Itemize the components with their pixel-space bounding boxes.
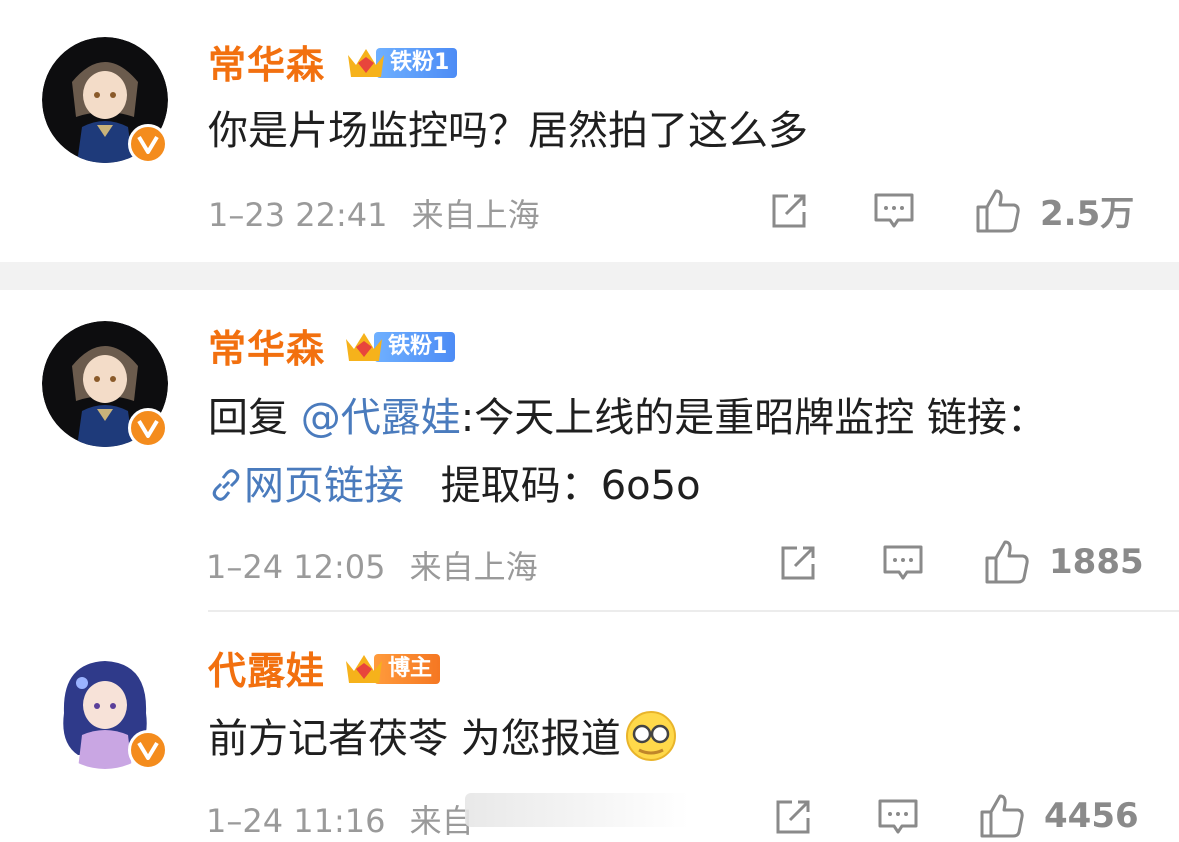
web-link-label: 网页链接 [244, 463, 404, 509]
location: 来自上海 [409, 548, 538, 586]
web-link[interactable]: 网页链接 [208, 463, 417, 509]
host-badge[interactable]: 博主 [342, 652, 441, 686]
verified-v-icon [128, 408, 168, 448]
like-icon [976, 189, 1020, 232]
like-icon [985, 540, 1029, 584]
comment-text-line-1: 回复 @代露娃:今天上线的是重昭牌监控 链接： [208, 384, 1047, 452]
crown-icon [346, 655, 382, 683]
link-icon [212, 469, 240, 501]
timestamp: 1–23 22:41 [208, 196, 388, 234]
share-icon [781, 546, 815, 580]
share-button[interactable] [768, 190, 810, 232]
share-icon [772, 194, 806, 228]
mention-link[interactable]: @代露娃 [301, 395, 461, 441]
username[interactable]: 常华森 [208, 326, 325, 372]
comment-text-line-2: 网页链接 提取码：6o5o [208, 452, 701, 520]
verified-v-icon [128, 124, 168, 164]
like-count: 4456 [1044, 796, 1139, 836]
share-button[interactable] [772, 796, 814, 838]
location: 来自上海 [411, 196, 540, 234]
fan-badge-label: 铁粉1 [376, 48, 458, 78]
fan-badge[interactable]: 铁粉1 [342, 330, 456, 364]
reply-text: :今天上线的是重昭牌监控 链接： [460, 395, 1047, 441]
share-icon [776, 800, 810, 834]
comment-text: 你是片场监控吗？居然拍了这么多 [208, 108, 808, 154]
emoji-glasses-icon [625, 711, 676, 761]
fan-badge-label: 铁粉1 [374, 332, 456, 362]
username[interactable]: 代露娃 [208, 648, 325, 694]
comment-text-body: 前方记者茯苓 为您报道 [208, 716, 621, 762]
username[interactable]: 常华森 [208, 42, 325, 88]
like-button[interactable]: 1885 [983, 538, 1144, 586]
fan-badge[interactable]: 铁粉1 [344, 46, 458, 80]
comment-icon [874, 193, 914, 228]
comment-button[interactable] [872, 190, 916, 232]
comment-text: 前方记者茯苓 为您报道 [208, 705, 677, 773]
comment-icon [883, 545, 923, 580]
timestamp: 1–24 11:16 [206, 802, 386, 840]
timestamp: 1–24 12:05 [206, 548, 386, 586]
like-button[interactable]: 2.5万 [974, 186, 1134, 235]
crown-icon [348, 49, 384, 77]
like-count: 2.5万 [1040, 194, 1135, 234]
like-icon [980, 794, 1024, 838]
reply-prefix: 回复 [208, 395, 288, 441]
reply-divider [208, 610, 1179, 612]
extract-code: 提取码：6o5o [440, 463, 701, 509]
like-count: 1885 [1049, 542, 1144, 582]
comment-meta: 1–24 12:05 来自上海 [206, 542, 538, 588]
comment-button[interactable] [881, 542, 925, 584]
comment-meta: 1–24 11:16 来自 [206, 796, 474, 842]
verified-v-icon [128, 730, 168, 770]
crown-icon [346, 333, 382, 361]
section-divider [0, 262, 1179, 290]
comment-meta: 1–23 22:41 来自上海 [208, 190, 540, 236]
comment-icon [878, 799, 918, 834]
comment-button[interactable] [876, 796, 920, 838]
like-button[interactable]: 4456 [978, 792, 1139, 840]
watermark-overlay [465, 793, 745, 827]
share-button[interactable] [777, 542, 819, 584]
